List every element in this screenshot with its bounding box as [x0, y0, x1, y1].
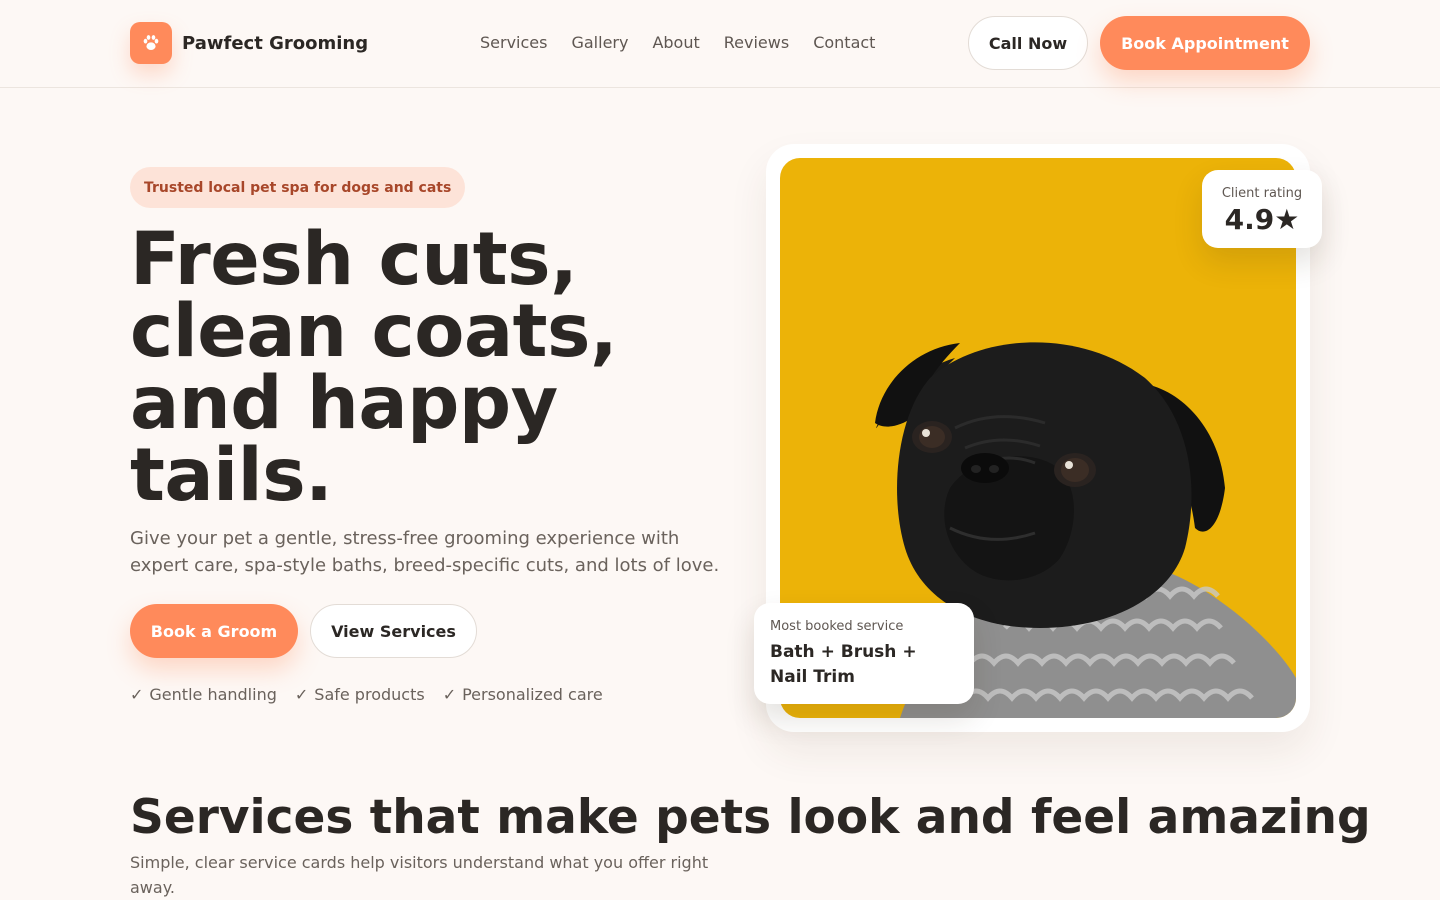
call-now-button[interactable]: Call Now [968, 16, 1088, 70]
nav-link-contact[interactable]: Contact [813, 33, 875, 52]
hero-title-line: and happy [130, 361, 558, 446]
site-header: Pawfect Grooming Services Gallery About … [0, 0, 1440, 88]
check-icon: ✓ [294, 685, 309, 704]
services-section-description: Simple, clear service cards help visitor… [130, 853, 709, 897]
check-icon: ✓ [130, 685, 144, 704]
nav-link-services[interactable]: Services [480, 33, 547, 52]
most-booked-service-card: Most booked service Bath + Brush + Nail … [754, 603, 974, 704]
view-services-button[interactable]: View Services [310, 604, 477, 658]
hero-title: Fresh cuts, clean coats, and happy tails… [130, 217, 730, 518]
nav-link-about[interactable]: About [652, 33, 699, 52]
client-rating-card: Client rating 4.9★ [1202, 170, 1322, 248]
main-nav: Services Gallery About Reviews Contact [480, 33, 875, 52]
services-section-title: Services that make pets look and feel am… [130, 790, 1371, 845]
brand-name: Pawfect Grooming [182, 32, 369, 54]
book-a-groom-button[interactable]: Book a Groom [130, 604, 298, 658]
hero-title-line: tails. [130, 433, 333, 518]
service-card-value: Bath + Brush + Nail Trim [770, 642, 917, 687]
feature-item: ✓ Personalized care [443, 685, 603, 704]
hero-title-line: Fresh cuts, [130, 217, 578, 302]
book-appointment-button[interactable]: Book Appointment [1100, 16, 1310, 70]
feature-item: ✓ Safe products [295, 685, 425, 704]
nav-link-gallery[interactable]: Gallery [571, 33, 628, 52]
rating-label: Client rating [1221, 186, 1303, 201]
hero-description: Give your pet a gentle, stress-free groo… [130, 528, 720, 576]
paw-icon [130, 22, 172, 64]
brand[interactable]: Pawfect Grooming [130, 22, 368, 64]
service-card-label: Most booked service [770, 619, 904, 634]
feature-label: Safe products [314, 685, 425, 704]
feature-item: ✓ Gentle handling [130, 685, 277, 704]
feature-label: Personalized care [462, 685, 603, 704]
nav-link-reviews[interactable]: Reviews [724, 33, 789, 52]
feature-list: ✓ Gentle handling ✓ Safe products ✓ Persona… [130, 685, 603, 704]
hero-title-line: clean coats, [130, 289, 618, 374]
feature-label: Gentle handling [149, 685, 277, 704]
check-icon: ✓ [442, 685, 457, 704]
rating-value: 4.9★ [1224, 203, 1300, 236]
trust-badge: Trusted local pet spa for dogs and cats [130, 167, 466, 208]
